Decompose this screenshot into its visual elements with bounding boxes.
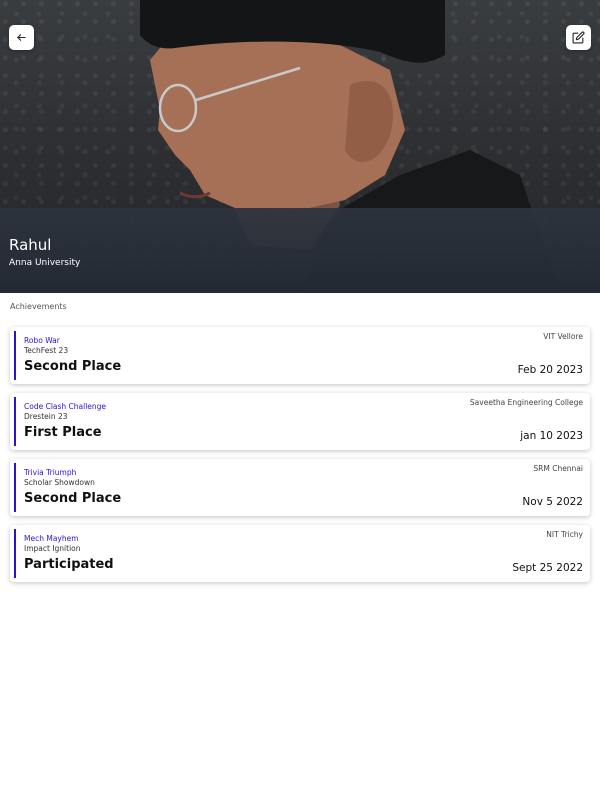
accent-bar [14,397,16,446]
achievement-card[interactable]: Mech Mayhem Impact Ignition Participated… [10,525,590,582]
profile-hero: Rahul Anna University [0,0,600,293]
fest-name: Scholar Showdown [24,478,95,487]
event-name: Code Clash Challenge [24,402,107,411]
venue-text: Saveetha Engineering College [469,398,583,407]
section-title: Achievements [10,302,67,311]
fest-name: Impact Ignition [24,544,81,553]
venue-text: NIT Trichy [546,530,583,539]
accent-bar [14,331,16,380]
venue-text: VIT Vellore [543,332,583,341]
date-text: Nov 5 2022 [522,496,583,508]
venue-text: SRM Chennai [533,464,583,473]
result-text: First Place [24,425,102,440]
event-name: Trivia Triumph [24,468,77,477]
achievement-card[interactable]: Code Clash Challenge Drestein 23 First P… [10,393,590,450]
date-text: jan 10 2023 [520,430,583,442]
edit-pencil-icon [572,31,585,44]
accent-bar [14,529,16,578]
back-button[interactable] [9,25,34,50]
result-text: Participated [24,557,114,572]
result-text: Second Place [24,491,122,506]
accent-bar [14,463,16,512]
date-text: Feb 20 2023 [517,364,583,376]
achievement-card[interactable]: Trivia Triumph Scholar Showdown Second P… [10,459,590,516]
event-name: Robo War [24,336,60,345]
fest-name: Drestein 23 [24,412,68,421]
profile-overlay [0,208,600,293]
achievement-card[interactable]: Robo War TechFest 23 Second Place VIT Ve… [10,327,590,384]
arrow-left-icon [17,34,26,41]
profile-university: Anna University [9,258,81,268]
edit-button[interactable] [566,25,591,50]
date-text: Sept 25 2022 [512,562,583,574]
fest-name: TechFest 23 [24,346,69,355]
achievements-list: Robo War TechFest 23 Second Place VIT Ve… [10,327,590,591]
event-name: Mech Mayhem [24,534,79,543]
profile-name: Rahul [9,236,52,254]
result-text: Second Place [24,359,122,374]
